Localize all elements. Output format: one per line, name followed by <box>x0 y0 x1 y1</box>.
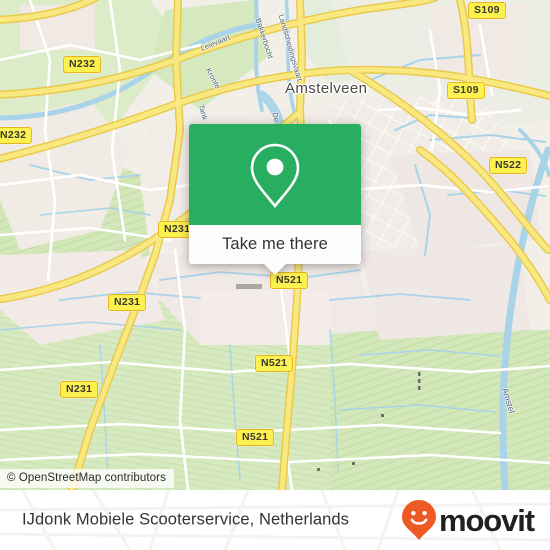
location-popup-card[interactable]: Take me there <box>189 124 361 275</box>
map-pin-icon <box>250 143 300 208</box>
road-shield[interactable]: N232 <box>0 127 33 144</box>
road-shield[interactable]: N521 <box>236 429 275 446</box>
road-shield[interactable]: N232 <box>63 56 102 73</box>
map-viewport[interactable]: Amstelveen Leievaart Kronte Bakkerbocht … <box>0 0 550 490</box>
popup-tail <box>264 264 286 275</box>
road-shield[interactable]: N231 <box>60 381 99 398</box>
popup-icon-panel <box>189 124 361 225</box>
moovit-logo[interactable]: moovit <box>401 499 535 541</box>
water-label: De <box>270 111 282 123</box>
footer-bar: IJdonk Mobiele Scooterservice, Netherlan… <box>0 490 550 550</box>
moovit-wordmark: moovit <box>438 502 535 538</box>
popup-cta-panel[interactable]: Take me there <box>189 225 361 275</box>
road-shield[interactable]: N231 <box>108 294 147 311</box>
road-shield[interactable]: N521 <box>255 355 294 372</box>
road-shield[interactable]: N522 <box>489 157 528 174</box>
osm-attribution[interactable]: © OpenStreetMap contributors <box>0 469 174 488</box>
take-me-there-label: Take me there <box>222 235 328 253</box>
road-shield[interactable]: S109 <box>447 82 485 99</box>
moovit-pin-smile-icon <box>401 500 436 540</box>
place-label-amstelveen: Amstelveen <box>285 80 368 97</box>
road-shield[interactable]: S109 <box>468 2 506 19</box>
page-title: IJdonk Mobiele Scooterservice, Netherlan… <box>22 510 350 529</box>
